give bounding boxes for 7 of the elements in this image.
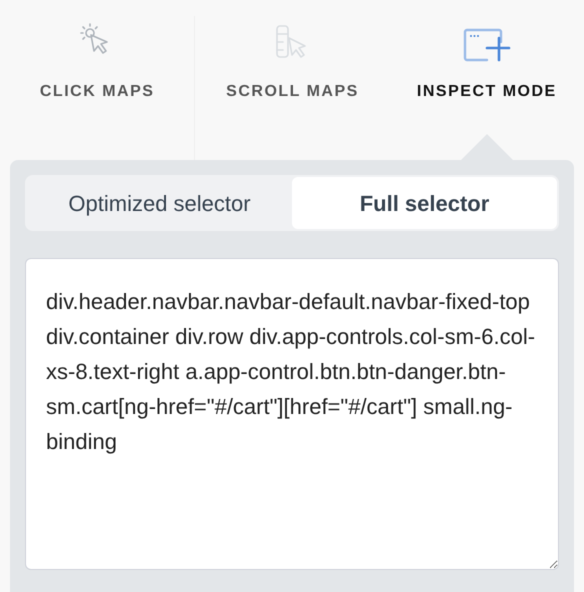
selector-field[interactable]: div.header.navbar.navbar-default.navbar-fixed-top div.container div.row div.app-controls.col-sm-6.col-xs-8.text-right a.app-control.btn.btn-danger.btn-sm.cart[ng-href="#/cart"][href="#/cart"] small.ng-binding bbox=[25, 258, 559, 570]
mode-tab[interactable]: SCROLL MAPS bbox=[218, 16, 367, 104]
window-plus-icon bbox=[462, 28, 511, 62]
mode-tab[interactable]: INSPECT MODE bbox=[408, 16, 565, 104]
mode-tab[interactable]: CLICK MAPS bbox=[32, 16, 162, 104]
selector-tab[interactable]: Full selector bbox=[292, 177, 557, 229]
selector-tab[interactable]: Optimized selector bbox=[27, 177, 292, 229]
